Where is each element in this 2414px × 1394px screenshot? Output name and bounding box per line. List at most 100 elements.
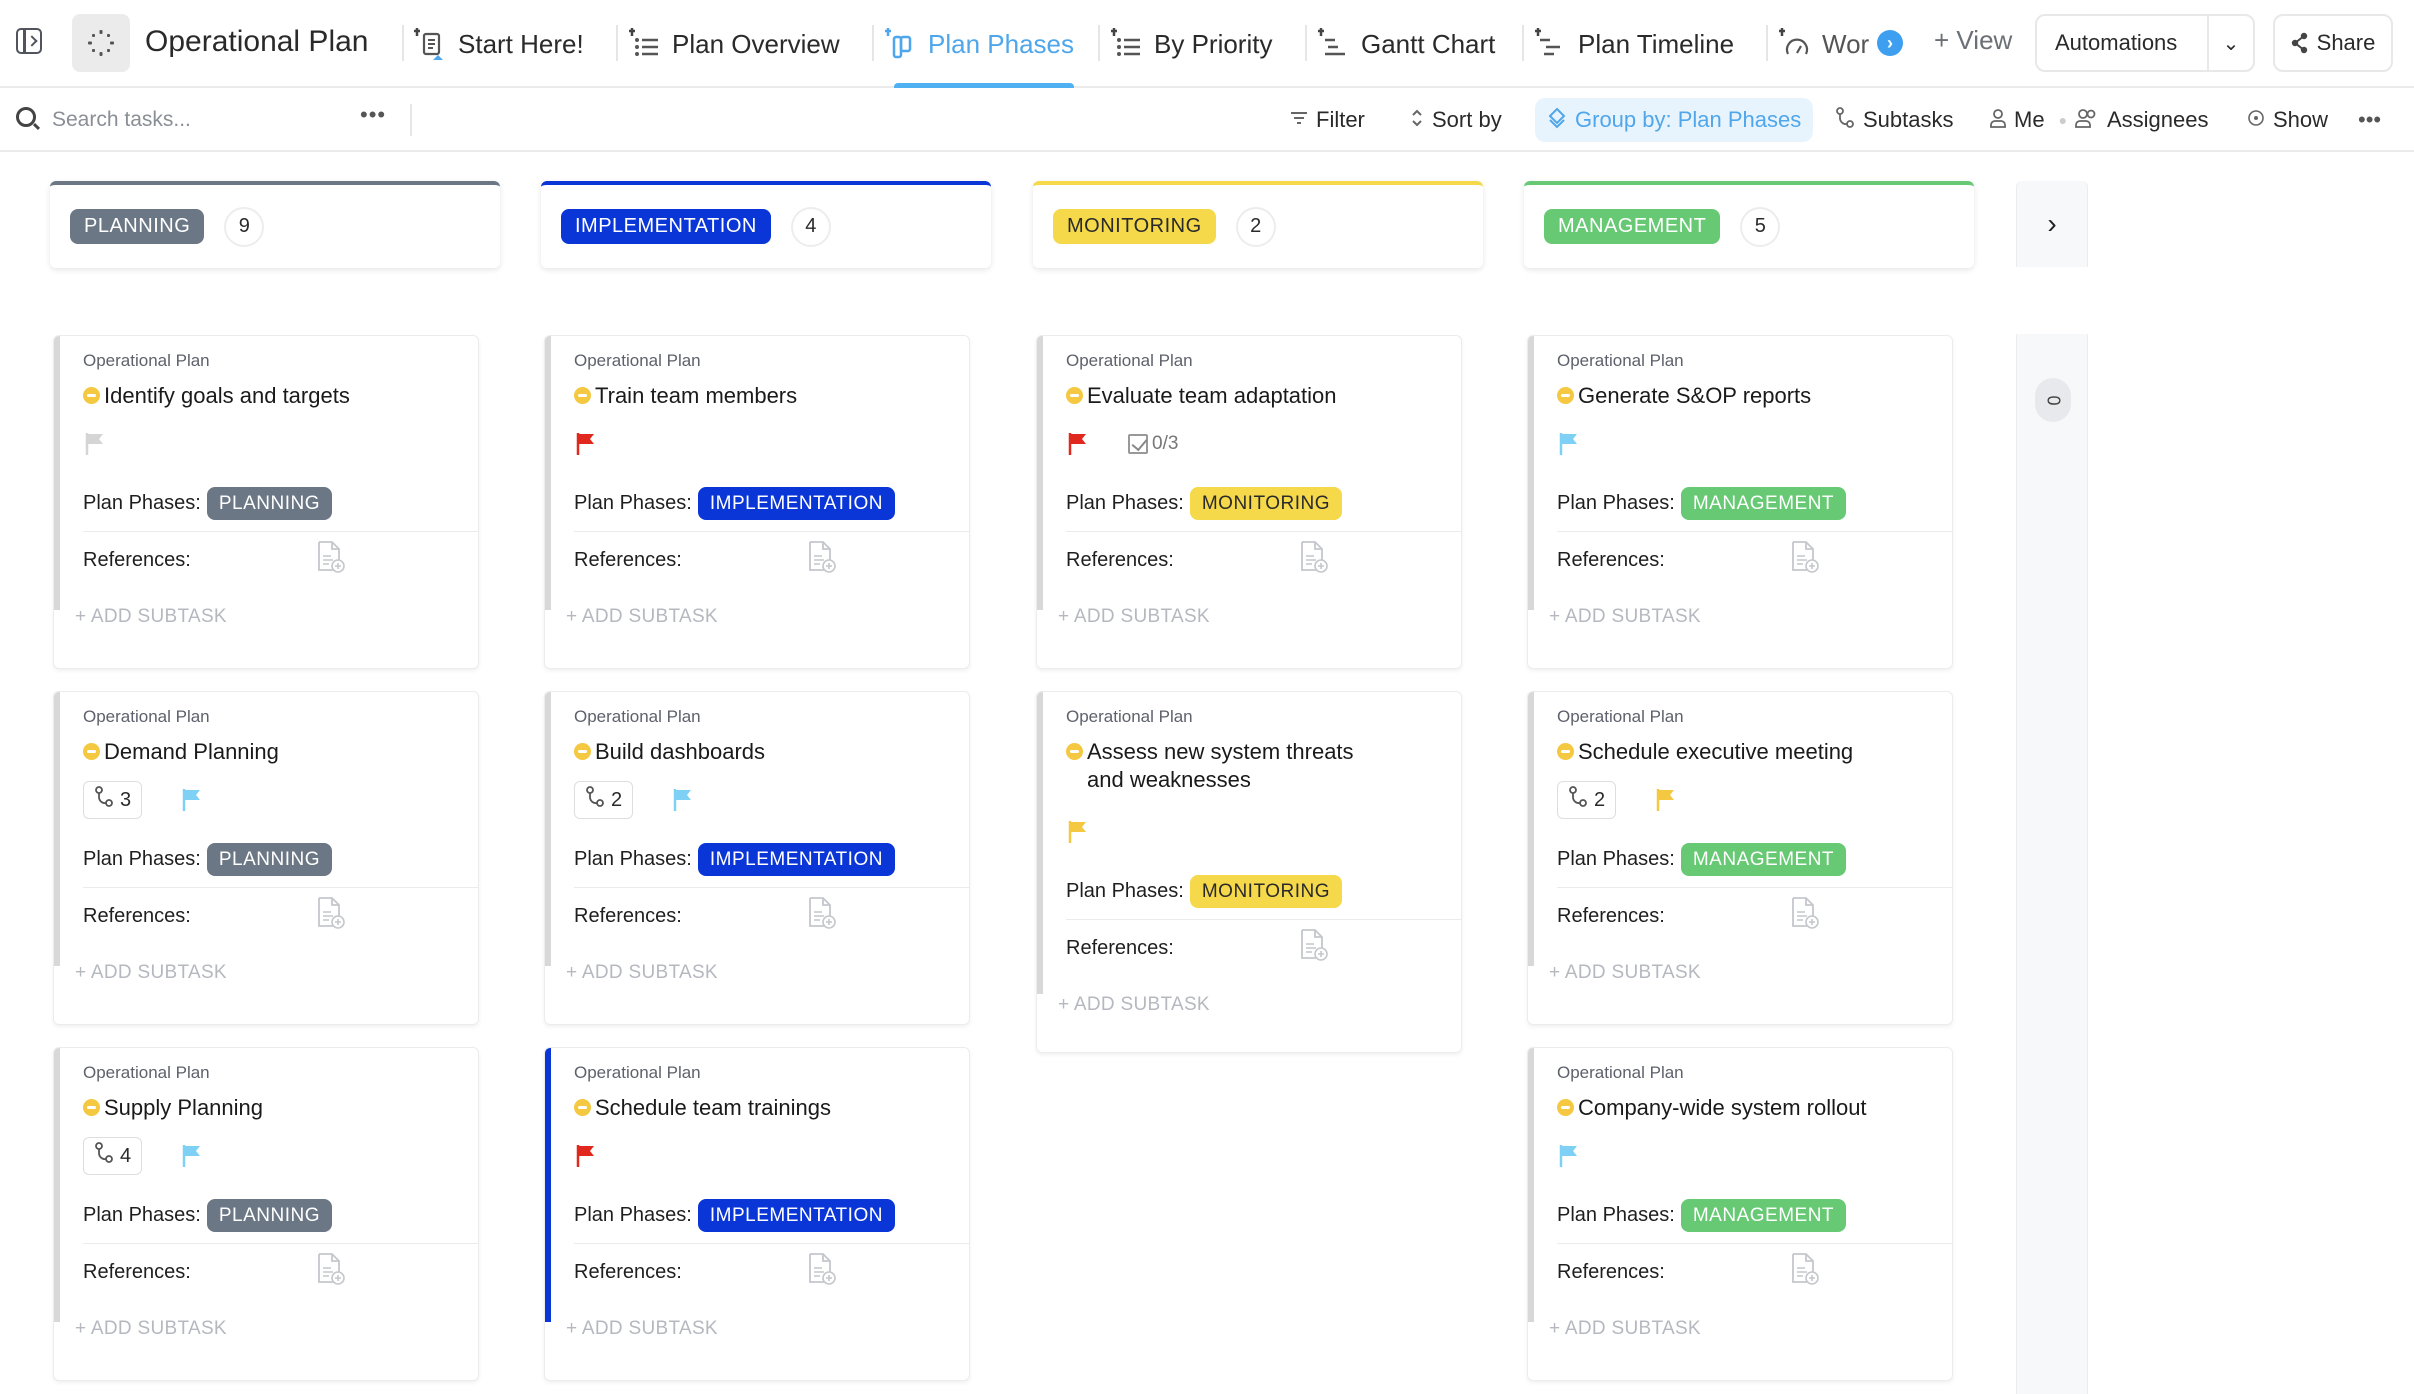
add-subtask-button[interactable]: + ADD SUBTASK [54, 944, 478, 1002]
priority-flag-icon[interactable] [576, 432, 596, 456]
phase-badge[interactable]: MANAGEMENT [1680, 843, 1847, 876]
me-filter-button[interactable]: Me ● [1990, 98, 2067, 142]
task-card[interactable]: Operational Plan Evaluate team adaptation… [1036, 335, 1462, 669]
phase-badge[interactable]: MONITORING [1189, 875, 1343, 908]
task-card[interactable]: Operational Plan Supply Planning 4 Plan Pha… [53, 1047, 479, 1381]
collapsed-column[interactable]: 0 [2016, 334, 2088, 1394]
status-in-progress-icon[interactable] [1557, 1099, 1574, 1116]
priority-flag-icon[interactable] [673, 788, 693, 812]
tab-plan-phases[interactable]: Plan Phases [884, 0, 1074, 88]
add-view-button[interactable]: + View [1934, 25, 2012, 56]
status-in-progress-icon[interactable] [574, 1099, 591, 1116]
group-by-button[interactable]: Group by: Plan Phases [1535, 98, 1814, 142]
phase-badge[interactable]: IMPLEMENTATION [697, 843, 895, 876]
task-card[interactable]: Operational Plan Schedule team trainings P… [544, 1047, 970, 1381]
tab-start-here[interactable]: Start Here! [414, 0, 584, 88]
tab-gantt-chart[interactable]: Gantt Chart [1317, 0, 1495, 88]
task-title[interactable]: Supply Planning [104, 1094, 263, 1122]
task-card[interactable]: Operational Plan Generate S&OP reports Pla… [1527, 335, 1953, 669]
search-input[interactable] [52, 102, 332, 138]
automations-button[interactable]: Automations ⌄ [2035, 14, 2255, 72]
status-in-progress-icon[interactable] [1557, 387, 1574, 404]
add-subtask-button[interactable]: + ADD SUBTASK [1528, 944, 1952, 1002]
task-card[interactable]: Operational Plan Train team members Plan P… [544, 335, 970, 669]
add-subtask-button[interactable]: + ADD SUBTASK [1528, 588, 1952, 646]
status-in-progress-icon[interactable] [83, 1099, 100, 1116]
attach-document-icon[interactable] [1790, 540, 1820, 580]
add-subtask-button[interactable]: + ADD SUBTASK [1528, 1300, 1952, 1358]
subtask-count-chip[interactable]: 3 [83, 781, 143, 819]
status-in-progress-icon[interactable] [574, 743, 591, 760]
priority-flag-icon[interactable] [85, 432, 105, 456]
chevron-right-icon[interactable]: › [2047, 208, 2056, 240]
add-subtask-button[interactable]: + ADD SUBTASK [1037, 976, 1461, 1034]
task-title[interactable]: Train team members [595, 382, 797, 410]
priority-flag-icon[interactable] [182, 788, 202, 812]
subtask-count-chip[interactable]: 2 [1557, 781, 1617, 819]
tab-plan-overview[interactable]: Plan Overview [628, 0, 840, 88]
add-subtask-button[interactable]: + ADD SUBTASK [54, 588, 478, 646]
subtask-count-chip[interactable]: 4 [83, 1137, 143, 1175]
attach-document-icon[interactable] [1299, 928, 1329, 968]
attach-document-icon[interactable] [316, 1252, 346, 1292]
attach-document-icon[interactable] [807, 1252, 837, 1292]
attach-document-icon[interactable] [1790, 1252, 1820, 1292]
phase-badge[interactable]: IMPLEMENTATION [697, 1199, 895, 1232]
priority-flag-icon[interactable] [1559, 432, 1579, 456]
task-title[interactable]: Identify goals and targets [104, 382, 350, 410]
task-card[interactable]: Operational Plan Identify goals and targe… [53, 335, 479, 669]
phase-badge[interactable]: MANAGEMENT [1680, 487, 1847, 520]
add-subtask-button[interactable]: + ADD SUBTASK [545, 588, 969, 646]
tab-by-priority[interactable]: By Priority [1110, 0, 1272, 88]
add-subtask-button[interactable]: + ADD SUBTASK [54, 1300, 478, 1358]
priority-flag-icon[interactable] [1068, 820, 1088, 844]
add-subtask-button[interactable]: + ADD SUBTASK [545, 1300, 969, 1358]
column-header-monitoring[interactable]: MONITORING 2 [1033, 181, 1483, 268]
status-in-progress-icon[interactable] [574, 387, 591, 404]
filter-button[interactable]: Filter [1290, 98, 1365, 142]
task-title[interactable]: Schedule executive meeting [1578, 738, 1853, 766]
column-header-implementation[interactable]: IMPLEMENTATION 4 [541, 181, 991, 268]
sort-button[interactable]: Sort by [1410, 98, 1502, 142]
task-title[interactable]: Schedule team trainings [595, 1094, 831, 1122]
phase-badge[interactable]: MONITORING [1189, 487, 1343, 520]
space-icon[interactable] [72, 14, 130, 72]
phase-badge[interactable]: PLANNING [206, 487, 332, 520]
task-card[interactable]: Operational Plan Schedule executive meeti… [1527, 691, 1953, 1025]
column-header-planning[interactable]: PLANNING 9 [50, 181, 500, 268]
task-card[interactable]: Operational Plan Build dashboards 2 Plan Ph… [544, 691, 970, 1025]
task-card[interactable]: Operational Plan Company-wide system roll… [1527, 1047, 1953, 1381]
show-button[interactable]: Show [2247, 98, 2328, 142]
phase-badge[interactable]: IMPLEMENTATION [697, 487, 895, 520]
task-title[interactable]: Evaluate team adaptation [1087, 382, 1337, 410]
phase-badge[interactable]: MANAGEMENT [1680, 1199, 1847, 1232]
task-title[interactable]: Demand Planning [104, 738, 279, 766]
attach-document-icon[interactable] [1299, 540, 1329, 580]
column-header-management[interactable]: MANAGEMENT 5 [1524, 181, 1974, 268]
priority-flag-icon[interactable] [1656, 788, 1676, 812]
task-title[interactable]: Company-wide system rollout [1578, 1094, 1867, 1122]
assignees-button[interactable]: Assignees [2075, 98, 2209, 142]
status-in-progress-icon[interactable] [83, 743, 100, 760]
status-in-progress-icon[interactable] [1066, 743, 1083, 760]
search-options-button[interactable]: ••• [360, 102, 386, 128]
priority-flag-icon[interactable] [576, 1144, 596, 1168]
attach-document-icon[interactable] [316, 540, 346, 580]
priority-flag-icon[interactable] [182, 1144, 202, 1168]
checklist-progress[interactable]: 0/3 [1128, 433, 1178, 455]
task-card[interactable]: Operational Plan Assess new system threat… [1036, 691, 1462, 1053]
more-tabs-button[interactable]: › [1877, 30, 1903, 56]
status-in-progress-icon[interactable] [1066, 387, 1083, 404]
more-options-button[interactable]: ••• [2358, 98, 2381, 142]
sidebar-toggle-icon[interactable] [16, 28, 42, 54]
attach-document-icon[interactable] [316, 896, 346, 936]
tab-plan-timeline[interactable]: Plan Timeline [1534, 0, 1734, 88]
priority-flag-icon[interactable] [1068, 432, 1088, 456]
phase-badge[interactable]: PLANNING [206, 1199, 332, 1232]
chevron-down-icon[interactable]: ⌄ [2209, 31, 2253, 56]
task-title[interactable]: Generate S&OP reports [1578, 382, 1811, 410]
add-subtask-button[interactable]: + ADD SUBTASK [1037, 588, 1461, 646]
task-title[interactable]: Build dashboards [595, 738, 765, 766]
phase-badge[interactable]: PLANNING [206, 843, 332, 876]
tab-workload[interactable]: Wor [1778, 0, 1869, 88]
